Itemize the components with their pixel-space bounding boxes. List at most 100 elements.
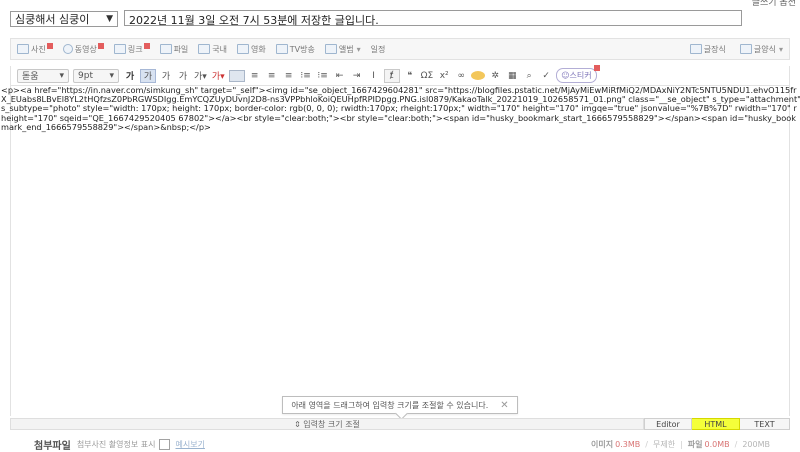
map-icon bbox=[198, 44, 211, 54]
file-quota-label: 파일 bbox=[687, 439, 703, 449]
toolbar-map-button[interactable]: 국내 bbox=[198, 44, 227, 55]
special-char-icon[interactable]: ΩΣ bbox=[420, 69, 435, 83]
html-editor-area[interactable]: <p><a href="https://in.naver.com/simkung… bbox=[1, 85, 800, 416]
toolbar-template-button[interactable]: 글양식 ▾ bbox=[739, 44, 783, 55]
toolbar-link-button[interactable]: 링크 bbox=[113, 43, 150, 55]
tab-editor[interactable]: Editor bbox=[644, 418, 692, 430]
toolbar-right-group: 글장식 글양식 ▾ bbox=[676, 39, 783, 59]
clear-format-icon[interactable]: ⱦ bbox=[383, 68, 400, 83]
align-justify-icon[interactable]: ≡ bbox=[282, 69, 296, 83]
font-family-value: 돋움 bbox=[22, 72, 39, 82]
sticker-button[interactable]: ☺ 스티커 bbox=[556, 65, 600, 83]
image-quota-limit: 무제한 bbox=[652, 439, 676, 449]
title-row: 심쿵해서 심쿵이 ▼ 2022년 11월 3일 오전 7시 53분에 저장한 글… bbox=[10, 10, 742, 28]
special-symbol-icon[interactable]: ✲ bbox=[488, 69, 502, 83]
text-color-icon[interactable]: 가▾ bbox=[193, 69, 208, 83]
tab-html[interactable]: HTML bbox=[692, 418, 740, 430]
new-badge-icon bbox=[143, 43, 150, 49]
upload-quota: 이미지 0.3MB / 무제한 | 파일 0.0MB / 200MB bbox=[591, 438, 770, 450]
bullet-list-icon[interactable]: ⁝≡ bbox=[316, 69, 330, 83]
divider: / bbox=[645, 439, 648, 449]
decorate-icon bbox=[689, 44, 702, 54]
toolbar-album-button[interactable]: 앨범 ▾ bbox=[324, 44, 361, 55]
superscript-icon[interactable]: x² bbox=[437, 69, 451, 83]
insert-toolbar: 사진 동영상 링크 파일 국내 영화 TV방송 앨범 ▾ 일정 글장식 글양식 … bbox=[10, 38, 790, 60]
top-right-link[interactable]: 글쓰기 옵션 bbox=[752, 0, 796, 8]
chevron-down-icon: ▾ bbox=[59, 70, 64, 81]
spellcheck-icon[interactable]: ✓ bbox=[539, 69, 553, 83]
smile-icon: ☺ bbox=[561, 71, 570, 80]
tv-icon bbox=[275, 44, 288, 54]
background-color-icon[interactable]: 가▾ bbox=[211, 69, 226, 83]
category-value: 심쿵해서 심쿵이 bbox=[15, 13, 90, 26]
toolbar-file-button[interactable]: 파일 bbox=[159, 44, 189, 55]
chevron-down-icon: ▾ bbox=[356, 44, 361, 54]
toolbar-map-label: 국내 bbox=[212, 44, 228, 54]
font-size-select[interactable]: 9pt ▾ bbox=[73, 68, 119, 83]
album-icon bbox=[324, 44, 337, 54]
exif-option-label: 첨부사진 촬영정보 표시 bbox=[76, 439, 156, 449]
indent-icon[interactable]: ⇥ bbox=[350, 69, 364, 83]
toolbar-movie-label: 영화 bbox=[251, 44, 266, 54]
ordered-list-icon[interactable]: ⁝≡ bbox=[299, 69, 313, 83]
mode-tabs: Editor HTML TEXT bbox=[644, 418, 790, 430]
font-size-value: 9pt bbox=[78, 70, 93, 81]
sticker-label: 스티커 bbox=[569, 71, 592, 80]
template-icon bbox=[739, 44, 752, 54]
new-badge-icon bbox=[97, 43, 104, 49]
toolbar-video-button[interactable]: 동영상 bbox=[62, 43, 104, 55]
attachment-label: 첨부파일 bbox=[34, 440, 71, 452]
close-icon[interactable]: ✕ bbox=[500, 400, 508, 411]
toolbar-movie-button[interactable]: 영화 bbox=[237, 44, 266, 55]
divider: / bbox=[734, 439, 738, 449]
line-height-icon[interactable]: I bbox=[367, 69, 381, 83]
url-icon[interactable]: ∞ bbox=[454, 69, 468, 83]
table-icon[interactable]: ▦ bbox=[505, 69, 519, 83]
chevron-down-icon: ▼ bbox=[106, 14, 113, 24]
toolbar-tv-button[interactable]: TV방송 bbox=[275, 44, 315, 55]
image-quota-label: 이미지 bbox=[591, 439, 614, 449]
attachment-bar: 첨부파일 첨부사진 촬영정보 표시 예시보기 bbox=[34, 438, 205, 452]
italic-icon[interactable]: 가 bbox=[159, 69, 173, 83]
font-family-select[interactable]: 돋움 ▾ bbox=[17, 68, 69, 83]
exif-checkbox[interactable] bbox=[158, 438, 170, 450]
tab-text[interactable]: TEXT bbox=[740, 418, 790, 430]
toolbar-decorate-label: 글장식 bbox=[703, 44, 726, 54]
strikethrough-icon[interactable]: 가 bbox=[176, 69, 190, 83]
toolbar-photo-label: 사진 bbox=[31, 44, 46, 54]
title-input[interactable]: 2022년 11월 3일 오전 7시 53분에 저장한 글입니다. bbox=[124, 10, 742, 27]
camera-icon bbox=[17, 44, 29, 54]
link-icon bbox=[113, 44, 126, 54]
new-badge-icon bbox=[593, 65, 600, 71]
file-quota-limit: 200MB bbox=[742, 439, 770, 449]
tooltip-text: 아래 영역을 드래그하여 입력창 크기를 조절할 수 있습니다. bbox=[291, 400, 489, 410]
underline-icon[interactable]: 가 bbox=[140, 68, 156, 83]
find-icon[interactable]: ⌕ bbox=[522, 69, 536, 83]
example-link[interactable]: 예시보기 bbox=[176, 439, 205, 450]
toolbar-schedule-label: 일정 bbox=[370, 44, 386, 54]
video-icon bbox=[62, 44, 73, 54]
align-right-icon[interactable]: ≡ bbox=[265, 69, 279, 83]
chevron-down-icon: ▾ bbox=[778, 44, 783, 54]
align-center-icon[interactable]: ≡ bbox=[248, 69, 262, 83]
outdent-icon[interactable]: ⇤ bbox=[333, 69, 347, 83]
toolbar-schedule-button[interactable]: 일정 bbox=[371, 44, 386, 55]
resize-tooltip: 아래 영역을 드래그하여 입력창 크기를 조절할 수 있습니다. ✕ bbox=[282, 396, 518, 420]
format-toolbar: 돋움 ▾ 9pt ▾ 가 가 가 가 가▾ 가▾ ≡ ≡ ≡ ⁝≡ ⁝≡ ⇤ ⇥… bbox=[10, 65, 790, 86]
emoticon-icon[interactable] bbox=[471, 71, 486, 80]
file-quota-value: 0.0MB bbox=[704, 439, 730, 449]
toolbar-decorate-button[interactable]: 글장식 bbox=[689, 44, 726, 55]
align-left-icon[interactable] bbox=[228, 69, 245, 82]
toolbar-photo-button[interactable]: 사진 bbox=[17, 43, 53, 55]
bold-icon[interactable]: 가 bbox=[123, 69, 137, 83]
toolbar-template-label: 글양식 bbox=[753, 44, 776, 54]
category-select[interactable]: 심쿵해서 심쿵이 ▼ bbox=[10, 11, 118, 27]
film-icon bbox=[237, 44, 250, 54]
resize-handle[interactable]: ⇕ 입력창 크기 조절 bbox=[10, 418, 644, 430]
toolbar-file-label: 파일 bbox=[173, 44, 189, 54]
toolbar-tv-label: TV방송 bbox=[289, 44, 315, 54]
html-source-text[interactable]: <p><a href="https://in.naver.com/simkung… bbox=[1, 85, 800, 132]
quote-icon[interactable]: ❝ bbox=[403, 69, 417, 83]
toolbar-link-label: 링크 bbox=[127, 44, 143, 54]
file-icon bbox=[159, 44, 172, 54]
